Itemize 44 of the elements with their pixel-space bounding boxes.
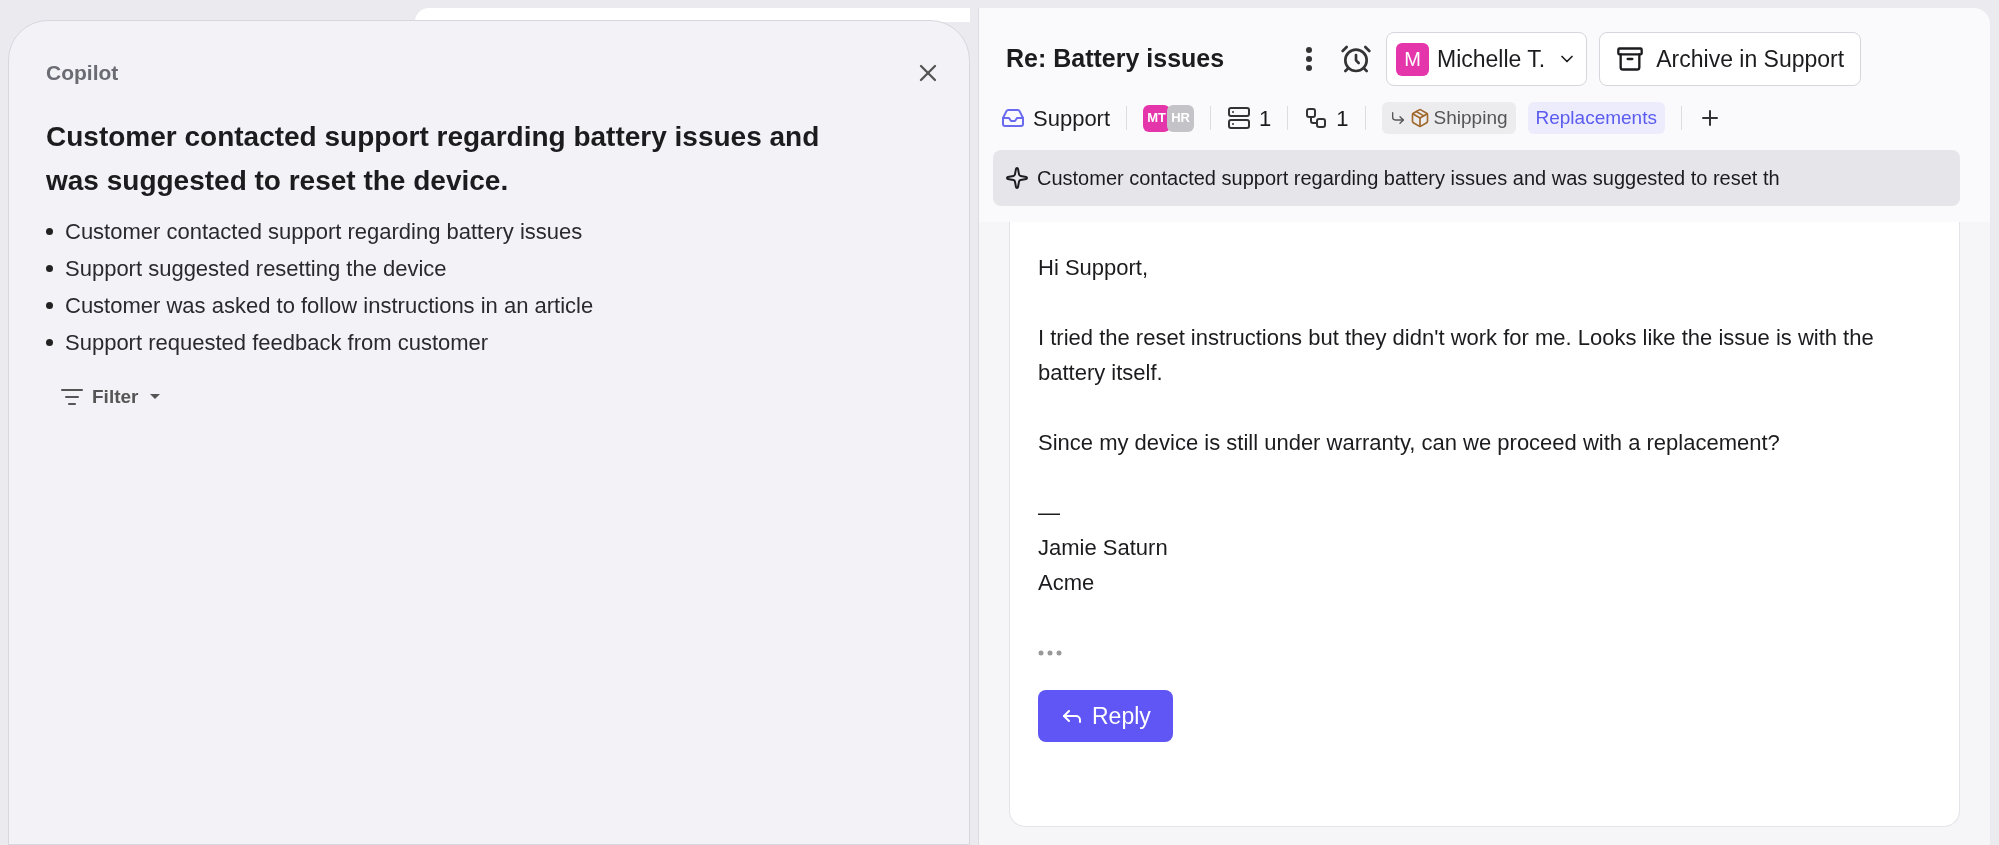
package-icon bbox=[1409, 108, 1430, 128]
bullet-icon bbox=[46, 301, 53, 309]
signature-line: — bbox=[1038, 499, 1061, 527]
signature-line: Jamie Saturn bbox=[1038, 534, 1169, 562]
more-icon bbox=[1306, 47, 1312, 71]
panel-title: Copilot bbox=[46, 60, 119, 86]
bullet-icon bbox=[46, 264, 53, 272]
message-paragraph: I tried the reset instructions but they didn't work for me. Looks like the issue is with the battery itself. bbox=[1038, 324, 1875, 387]
count-button[interactable]: 1 bbox=[1304, 101, 1349, 135]
bullet-icon bbox=[46, 227, 53, 235]
inbox-link[interactable]: Support bbox=[1001, 101, 1111, 135]
link-arrow-icon bbox=[1389, 110, 1406, 126]
assignee-dropdown[interactable]: M Michelle T. bbox=[1386, 32, 1588, 86]
message-paragraph: Since my device is still under warranty, can we proceed with a replacement? bbox=[1038, 429, 1781, 457]
caret-icon bbox=[150, 394, 161, 400]
signature-line: Acme bbox=[1038, 569, 1096, 597]
tag[interactable]: Shipping bbox=[1381, 102, 1516, 134]
reply-button[interactable]: Reply bbox=[1038, 690, 1173, 742]
summary-point: Customer contacted support regarding battery issues bbox=[65, 217, 583, 246]
conversation-subject: Re: Battery issues bbox=[1006, 43, 1226, 75]
archive-icon bbox=[1616, 45, 1645, 73]
summary-point: Support suggested resetting the device bbox=[65, 254, 447, 283]
summary-heading: Customer contacted support regarding battery issues and was suggested to reset the device. bbox=[46, 119, 821, 198]
assignee-name: Michelle T. bbox=[1437, 44, 1546, 74]
message-paragraph: Hi Support, bbox=[1038, 254, 1150, 282]
summary-point: Support requested feedback from customer bbox=[65, 328, 489, 357]
ellipsis-icon bbox=[1038, 650, 1062, 656]
count-button[interactable]: 1 bbox=[1227, 101, 1272, 135]
branch-icon bbox=[1304, 106, 1329, 130]
avatar: M bbox=[1396, 42, 1429, 76]
filter-button[interactable]: Filter bbox=[60, 382, 161, 411]
ai-summary-text: Customer contacted support regarding battery issues and was suggested to reset th bbox=[1037, 166, 1780, 191]
bullet-icon bbox=[46, 338, 53, 346]
tag-label: Shipping bbox=[1433, 105, 1508, 130]
participant-avatar[interactable]: MT bbox=[1143, 104, 1171, 132]
tag[interactable]: Replacements bbox=[1527, 102, 1665, 134]
summary-point: Customer was asked to follow instructions in an article bbox=[65, 291, 594, 320]
archive-button[interactable]: Archive in Support bbox=[1599, 32, 1862, 86]
show-more-button[interactable] bbox=[1038, 650, 1062, 656]
alarm-clock-icon bbox=[1340, 43, 1372, 75]
sparkle-icon bbox=[1005, 166, 1029, 190]
inbox-icon bbox=[1001, 106, 1025, 130]
stack-icon bbox=[1227, 106, 1252, 130]
snooze-button[interactable] bbox=[1340, 43, 1372, 75]
